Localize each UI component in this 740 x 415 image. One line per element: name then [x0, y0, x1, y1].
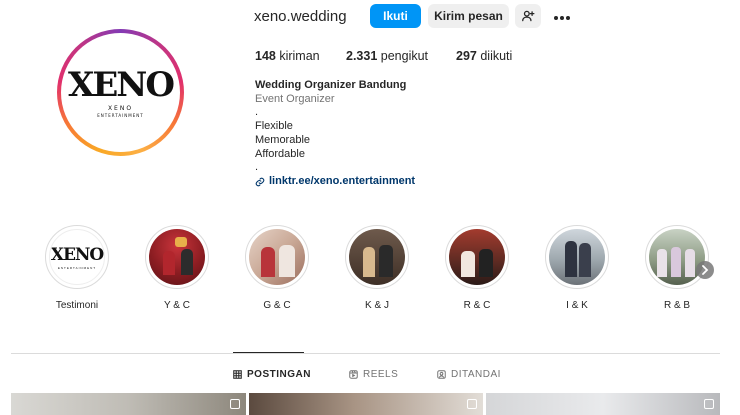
highlight-cover: [149, 229, 205, 285]
followers-label: pengikut: [380, 49, 429, 63]
post-thumbnail[interactable]: [486, 393, 720, 415]
profile-bio: Wedding Organizer Bandung Event Organize…: [255, 79, 415, 189]
highlight-testimoni[interactable]: XENO ENTERTAINMENT Testimoni: [44, 225, 110, 311]
message-button[interactable]: Kirim pesan: [428, 4, 509, 28]
avatar-logo-word: XENO: [68, 64, 175, 105]
followers-count: 2.331: [346, 49, 378, 63]
highlight-k-j[interactable]: K & J: [344, 225, 410, 311]
highlight-ring: XENO ENTERTAINMENT: [45, 225, 109, 289]
highlight-cover: [349, 229, 405, 285]
reels-icon: [349, 370, 358, 379]
tagged-icon: [437, 370, 446, 379]
bio-line: Flexible: [255, 120, 293, 133]
highlight-ring: [145, 225, 209, 289]
tab-reels-label: REELS: [363, 369, 399, 380]
bio-line: Affordable: [255, 147, 305, 160]
grid-icon: [233, 370, 242, 379]
highlight-logo-sub: ENTERTAINMENT: [57, 265, 97, 270]
following-label: diikuti: [480, 49, 513, 63]
bio-dot: .: [255, 161, 259, 174]
link-icon: [255, 177, 265, 187]
avatar-logo-sub: XENO: [107, 104, 134, 112]
bio-link[interactable]: linktr.ee/xeno.entertainment: [255, 175, 415, 189]
highlight-label: R & B: [663, 300, 691, 311]
carousel-icon: [704, 399, 714, 409]
more-icon: [554, 16, 570, 20]
suggest-users-button[interactable]: [515, 4, 541, 28]
following-stat[interactable]: 297 diikuti: [456, 49, 512, 63]
post-thumbnail[interactable]: [11, 393, 246, 415]
highlight-cover: [249, 229, 305, 285]
highlight-ring: [445, 225, 509, 289]
bio-line: Memorable: [255, 133, 311, 146]
highlight-label: R & C: [463, 300, 491, 311]
highlight-label: G & C: [263, 300, 291, 311]
profile-username: xeno.wedding: [254, 8, 347, 25]
following-count: 297: [456, 49, 477, 63]
tab-reels[interactable]: REELS: [349, 369, 398, 380]
avatar-logo: XENO XENO ENTERTAINMENT: [64, 36, 177, 149]
highlights-next-button[interactable]: [696, 261, 714, 279]
posts-count: 148: [255, 49, 276, 63]
highlight-g-c[interactable]: G & C: [244, 225, 310, 311]
tab-posts[interactable]: POSTINGAN: [233, 369, 311, 380]
tabs-divider: [11, 353, 720, 354]
avatar-logo-sub2: ENTERTAINMENT: [97, 112, 144, 118]
highlight-logo-word: XENO: [50, 244, 104, 265]
highlight-r-c[interactable]: R & C: [444, 225, 510, 311]
tab-tagged-label: DITANDAI: [451, 369, 501, 380]
more-options-button[interactable]: [553, 8, 571, 26]
person-plus-icon: [522, 10, 535, 22]
highlight-ring: [345, 225, 409, 289]
chevron-right-icon: [702, 265, 709, 275]
avatar-border: XENO XENO ENTERTAINMENT: [61, 33, 180, 152]
highlight-i-k[interactable]: I & K: [544, 225, 610, 311]
bio-category: Event Organizer: [255, 92, 335, 105]
carousel-icon: [230, 399, 240, 409]
follow-button[interactable]: Ikuti: [370, 4, 421, 28]
highlight-ring: [245, 225, 309, 289]
tab-tagged[interactable]: DITANDAI: [437, 369, 501, 380]
followers-stat[interactable]: 2.331 pengikut: [346, 49, 428, 63]
highlight-label: Y & C: [164, 300, 190, 311]
bio-link-text: linktr.ee/xeno.entertainment: [269, 174, 416, 187]
posts-stat: 148 kiriman: [255, 49, 320, 63]
highlight-label: I & K: [566, 300, 588, 311]
highlight-ring: [545, 225, 609, 289]
active-tab-indicator: [233, 352, 304, 353]
highlight-y-c[interactable]: Y & C: [144, 225, 210, 311]
highlight-ring: [645, 225, 709, 289]
highlight-label: K & J: [365, 300, 389, 311]
highlight-label: Testimoni: [55, 300, 99, 311]
bio-name: Wedding Organizer Bandung: [255, 79, 407, 91]
tab-posts-label: POSTINGAN: [247, 369, 311, 380]
post-thumbnail[interactable]: [249, 393, 483, 415]
highlight-cover: XENO ENTERTAINMENT: [49, 229, 105, 285]
highlight-cover: [649, 229, 705, 285]
highlight-cover: [549, 229, 605, 285]
profile-avatar[interactable]: XENO XENO ENTERTAINMENT: [57, 29, 184, 156]
carousel-icon: [467, 399, 477, 409]
posts-label: kiriman: [279, 49, 320, 63]
highlight-cover: [449, 229, 505, 285]
bio-dot: .: [255, 106, 259, 119]
